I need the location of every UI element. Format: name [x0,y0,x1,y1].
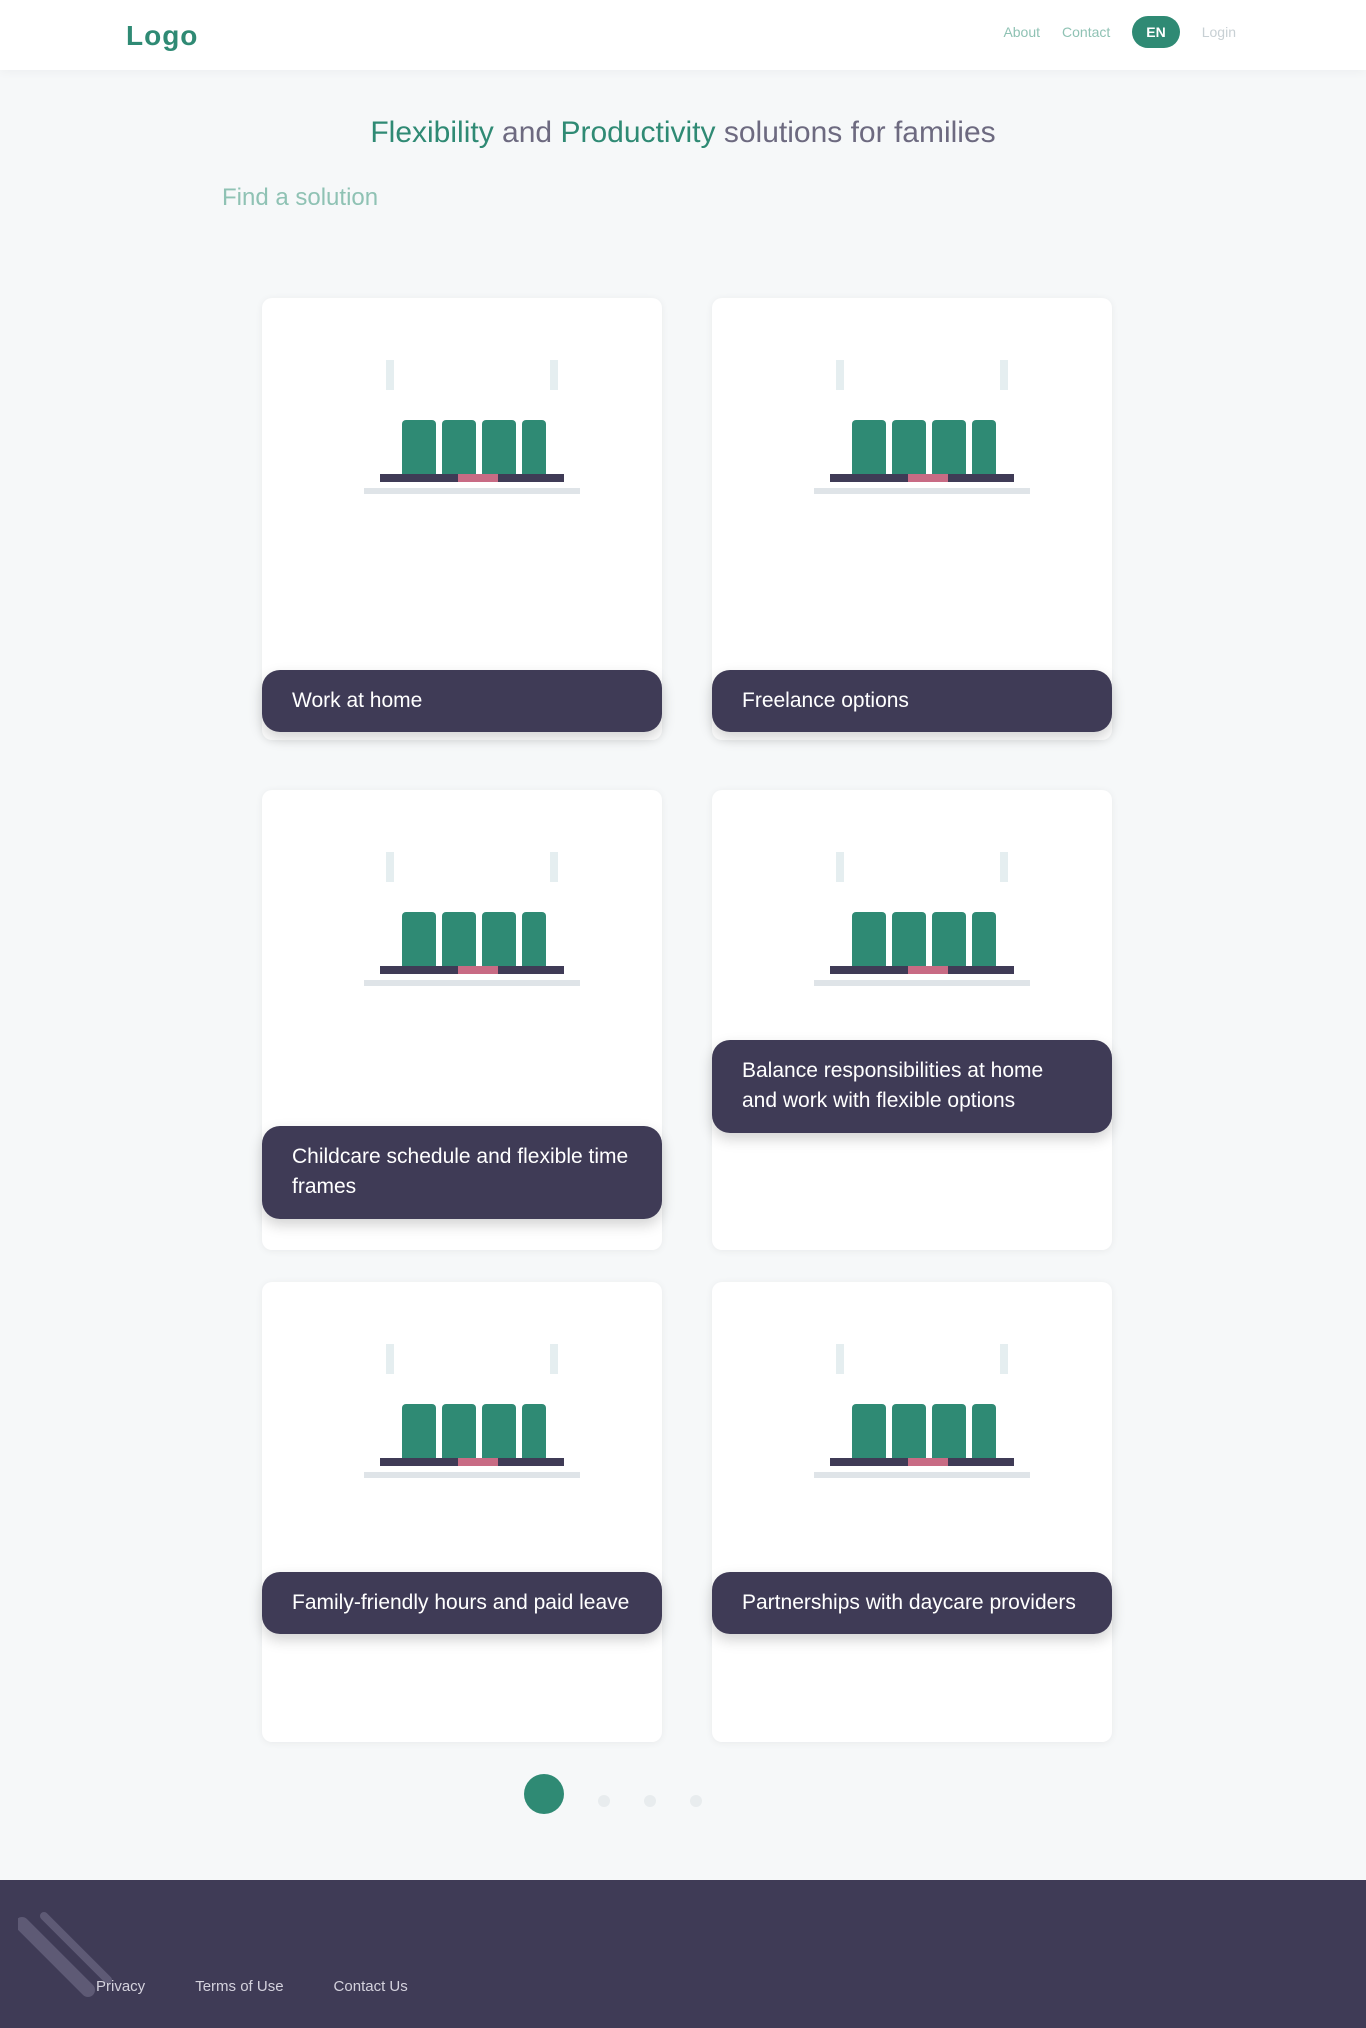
subtitle-accent-1: Flexibility [370,116,494,149]
footer-links: Privacy Terms of Use Contact Us [96,1978,408,1995]
site-logo[interactable]: Logo [126,20,198,52]
footer-link-terms[interactable]: Terms of Use [195,1978,283,1995]
subtitle-accent-2: Productivity [560,116,716,149]
solution-card[interactable]: Balance responsibilities at home and wor… [712,790,1112,1250]
subtitle-connector: and [502,116,553,149]
footer-link-contact[interactable]: Contact Us [334,1978,408,1995]
nav-link-about[interactable]: About [1003,24,1040,40]
calendar-icon [364,360,580,494]
solution-card[interactable]: Childcare schedule and flexible time fra… [262,790,662,1250]
solution-card[interactable]: Freelance options [712,298,1112,740]
calendar-icon [364,1344,580,1478]
login-link[interactable]: Login [1202,24,1236,40]
calendar-icon [364,852,580,986]
pagination-dot-3[interactable] [644,1795,656,1807]
page-subtitle: Flexibility and Productivity solutions f… [0,116,1366,150]
main-nav: About Contact EN Login [1003,16,1236,48]
footer-link-privacy[interactable]: Privacy [96,1978,145,1995]
card-caption: Partnerships with daycare providers [712,1572,1112,1635]
site-header: Logo About Contact EN Login [0,0,1366,70]
card-caption: Childcare schedule and flexible time fra… [262,1126,662,1219]
site-footer [0,1880,1366,2028]
solution-card[interactable]: Family-friendly hours and paid leave [262,1282,662,1742]
solution-card[interactable]: Work at home [262,298,662,740]
pagination-dot-2[interactable] [598,1795,610,1807]
pagination-dot-1[interactable] [524,1774,564,1814]
language-switch[interactable]: EN [1132,16,1180,48]
calendar-icon [814,852,1030,986]
card-caption: Balance responsibilities at home and wor… [712,1040,1112,1133]
pagination-dot-4[interactable] [690,1795,702,1807]
solution-card[interactable]: Partnerships with daycare providers [712,1282,1112,1742]
calendar-icon [814,360,1030,494]
subtitle-rest: solutions for families [723,116,996,149]
card-caption: Freelance options [712,670,1112,733]
nav-link-contact[interactable]: Contact [1062,24,1110,40]
calendar-icon [814,1344,1030,1478]
section-label: Find a solution [222,184,379,211]
card-caption: Work at home [262,670,662,733]
card-caption: Family-friendly hours and paid leave [262,1572,662,1635]
pagination [524,1774,702,1814]
